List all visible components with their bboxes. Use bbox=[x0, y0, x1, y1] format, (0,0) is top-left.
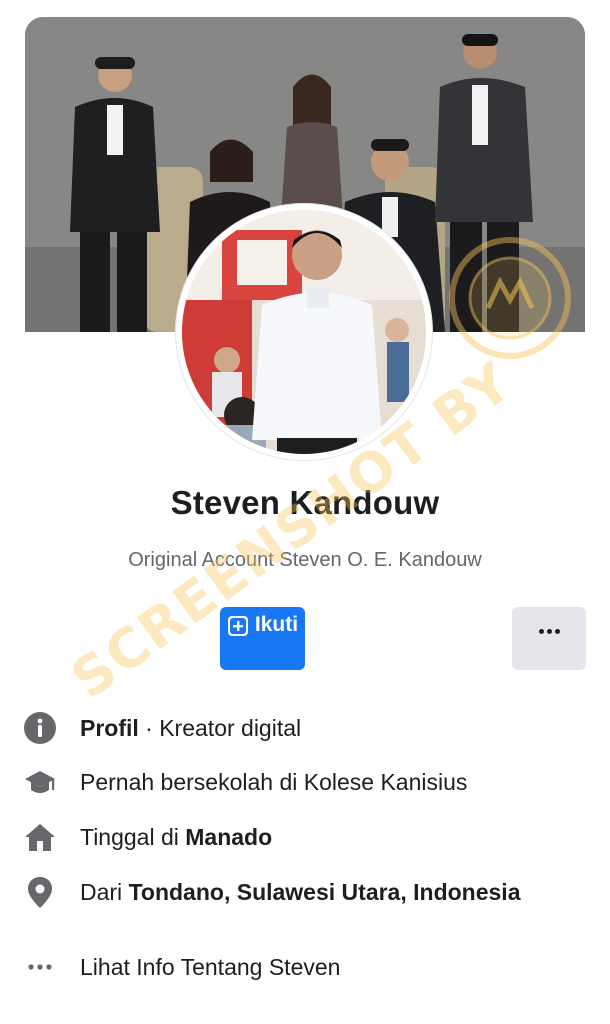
lives-place[interactable]: Manado bbox=[185, 824, 272, 850]
info-lives-in: Tinggal di Manado bbox=[22, 817, 592, 857]
profile-subtitle: Original Account Steven O. E. Kandouw bbox=[128, 549, 482, 571]
about-link-text: Lihat Info Tentang Steven bbox=[80, 953, 341, 980]
hometown-prefix: Dari bbox=[80, 878, 129, 905]
hometown-place[interactable]: Tondano, Sulawesi Utara, Indonesia bbox=[129, 879, 521, 905]
add-friend-icon bbox=[227, 616, 248, 636]
info-education: Pernah bersekolah di Kolese Kanisius bbox=[22, 762, 592, 802]
follow-button-label: Ikuti bbox=[254, 613, 299, 636]
education-text: Pernah bersekolah di Kolese Kanisius bbox=[80, 768, 468, 795]
location-pin-icon bbox=[22, 874, 58, 910]
home-icon bbox=[22, 819, 58, 855]
see-about-info-link[interactable]: Lihat Info Tentang Steven bbox=[22, 947, 592, 987]
graduation-cap-icon bbox=[22, 764, 58, 800]
more-dots-icon bbox=[538, 629, 560, 634]
info-circle-icon bbox=[22, 710, 58, 746]
lives-prefix: Tinggal di bbox=[80, 823, 186, 850]
follow-button[interactable]: Ikuti bbox=[220, 607, 305, 670]
profile-picture[interactable] bbox=[176, 204, 432, 460]
ellipsis-icon bbox=[22, 949, 58, 985]
profile-name: Steven Kandouw bbox=[170, 484, 440, 521]
profile-label: Profil bbox=[80, 714, 139, 741]
profile-photo bbox=[182, 210, 426, 454]
profile-category: · Kreator digital bbox=[138, 714, 302, 741]
more-options-button[interactable] bbox=[512, 607, 586, 670]
info-profile-type: Profil · Kreator digital bbox=[22, 708, 592, 748]
info-hometown: Dari Tondano, Sulawesi Utara, Indonesia bbox=[22, 872, 592, 912]
